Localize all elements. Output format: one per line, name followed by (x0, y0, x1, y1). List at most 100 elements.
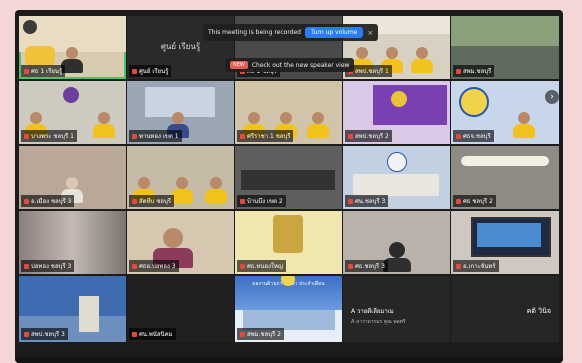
participant-name: ศธอ.บ่อทอง 3 (129, 260, 179, 272)
participant-name: สพป.ชลบุรี 2 (345, 130, 392, 142)
video-tile[interactable]: สพม.ชลบุรี (451, 16, 559, 79)
mic-muted-icon (240, 264, 245, 269)
video-tile[interactable]: ผลงานด้านการศึกษา ประจำเดือน สพม.ชลบุรี … (235, 276, 342, 342)
meeting-toolbar (15, 357, 563, 363)
mic-muted-icon (24, 69, 29, 74)
video-tile[interactable]: ศธ 1 เรียนรู้ (19, 16, 126, 79)
participant-name: ศรีราชา 1 ชลบุรี (237, 130, 294, 142)
participant-display-name: คติ วินิจ (526, 307, 551, 315)
participant-figure (513, 112, 535, 138)
participant-name: บางพระ ชลบุรี 1 (21, 130, 77, 142)
royal-portrait (273, 215, 303, 253)
curtain (19, 276, 126, 316)
mic-muted-icon (348, 264, 353, 269)
flowers (25, 46, 55, 66)
video-tile[interactable]: สัตหีบ ชลบุรี (127, 146, 234, 209)
chevron-right-icon[interactable]: › (545, 90, 559, 104)
video-tile[interactable]: สพป.ชลบุรี 3 (19, 276, 126, 342)
mic-muted-icon (456, 199, 461, 204)
video-tile[interactable]: A วายดีเลียมาเม A ลาวาดารมร คูณ พลศรี (343, 276, 450, 342)
participant-name: สพม.ชลบุรี (453, 65, 495, 77)
participant-name: ศธจ.ชลบุรี (453, 130, 494, 142)
mic-muted-icon (240, 134, 245, 139)
participant-display-name: ศูนย์ เรียนรู้ (160, 42, 201, 51)
video-tile[interactable]: อ.เกาะจันทร์ (451, 211, 559, 274)
mic-muted-icon (132, 134, 137, 139)
ceiling-lights (461, 156, 549, 166)
feature-notification: NEW Check out the new speaker view (225, 58, 355, 72)
participant-name: ศูนย์ เรียนรู้ (129, 65, 172, 77)
video-tile[interactable]: อ.เมือง ชลบุรี 3 (19, 146, 126, 209)
building (243, 310, 335, 330)
mic-muted-icon (24, 199, 29, 204)
notification-text: Check out the new speaker view (251, 61, 350, 69)
mic-muted-icon (348, 199, 353, 204)
participant-name: บ้านบึง เขต 2 (237, 195, 286, 207)
participant-name: บ่อทอง ชลบุรี 3 (21, 260, 75, 272)
participant-name: พานทอง เขต 1 (129, 130, 182, 142)
participant-name: สพม.ชลบุรี 2 (237, 328, 284, 340)
participant-name: ศธ.ชลบุรี 3 (345, 260, 388, 272)
chairs (241, 170, 335, 190)
participant-subtitle: A ลาวาดารมร คูณ พลศรี (351, 319, 406, 325)
participant-figure (205, 177, 227, 203)
participant-figure (171, 177, 193, 203)
mic-muted-icon (456, 69, 461, 74)
mic-muted-icon (456, 264, 461, 269)
video-tile[interactable]: บ่อทอง ชลบุรี 3 (19, 211, 126, 274)
mic-muted-icon (24, 264, 29, 269)
video-tile[interactable]: ศน.พนัสนิคม (127, 276, 234, 342)
video-tile[interactable]: บ้านบึง เขต 2 (235, 146, 342, 209)
mic-muted-icon (24, 134, 29, 139)
video-tile[interactable]: ศธจ.ชลบุรี (451, 81, 559, 144)
mic-muted-icon (456, 134, 461, 139)
meeting-window: ศธ 1 เรียนรู้ ศูนย์ เรียนรู้ ศูนย์ เรียน… (15, 10, 563, 363)
participant-display-name: A วายดีเลียมาเม (351, 308, 394, 315)
new-badge: NEW (230, 61, 248, 69)
turn-up-volume-button[interactable]: Turn up volume (305, 27, 364, 38)
participant-name: อ.เมือง ชลบุรี 3 (21, 195, 75, 207)
video-tile[interactable]: สพป.ชลบุรี 2 (343, 81, 450, 144)
participant-figure (93, 112, 115, 138)
window (451, 16, 559, 46)
screen-content (477, 223, 541, 247)
video-tile[interactable]: ศรีราชา 1 ชลบุรี (235, 81, 342, 144)
video-tile[interactable]: บางพระ ชลบุรี 1 (19, 81, 126, 144)
logo-emblem (63, 87, 79, 103)
presentation-slide (373, 85, 447, 125)
notification-text: This meeting is being recorded (208, 29, 301, 36)
mic-muted-icon (132, 264, 137, 269)
video-tile[interactable]: คติ วินิจ (451, 276, 559, 342)
mic-muted-icon (24, 332, 29, 337)
recording-notification: This meeting is being recorded Turn up v… (203, 24, 379, 41)
participant-name: สพป.ชลบุรี 3 (21, 328, 68, 340)
video-tile[interactable]: พานทอง เขต 1 (127, 81, 234, 144)
video-tile[interactable]: ศธ ชลบุรี 2 (451, 146, 559, 209)
logo-emblem (391, 91, 407, 107)
participant-figure (307, 112, 329, 138)
video-tile[interactable]: ศธอ.บ่อทอง 3 (127, 211, 234, 274)
mic-muted-icon (132, 69, 137, 74)
building (353, 174, 439, 196)
video-tile[interactable]: ศธ.หนองใหญ่ (235, 211, 342, 274)
participant-name: ศน.ชลบุรี 3 (345, 195, 389, 207)
mic-muted-icon (240, 199, 245, 204)
participant-name: อ.เกาะจันทร์ (453, 260, 499, 272)
mic-muted-icon (132, 199, 137, 204)
logo-emblem (387, 152, 407, 172)
mic-muted-icon (348, 134, 353, 139)
mic-muted-icon (240, 332, 245, 337)
video-tile[interactable]: ศน.ชลบุรี 3 (343, 146, 450, 209)
video-tile[interactable]: ศธ.ชลบุรี 3 (343, 211, 450, 274)
participant-name: สัตหีบ ชลบุรี (129, 195, 175, 207)
participant-name: ศธ ชลบุรี 2 (453, 195, 496, 207)
participant-name: ศธ 1 เรียนรู้ (21, 65, 66, 77)
avatar (23, 20, 37, 34)
close-icon[interactable]: × (367, 29, 373, 37)
podium (79, 296, 99, 332)
participant-name: ศน.พนัสนิคม (129, 328, 176, 340)
participant-name: ศธ.หนองใหญ่ (237, 260, 286, 272)
mic-muted-icon (132, 332, 137, 337)
participant-figure (411, 47, 433, 73)
logo-emblem (459, 87, 489, 117)
